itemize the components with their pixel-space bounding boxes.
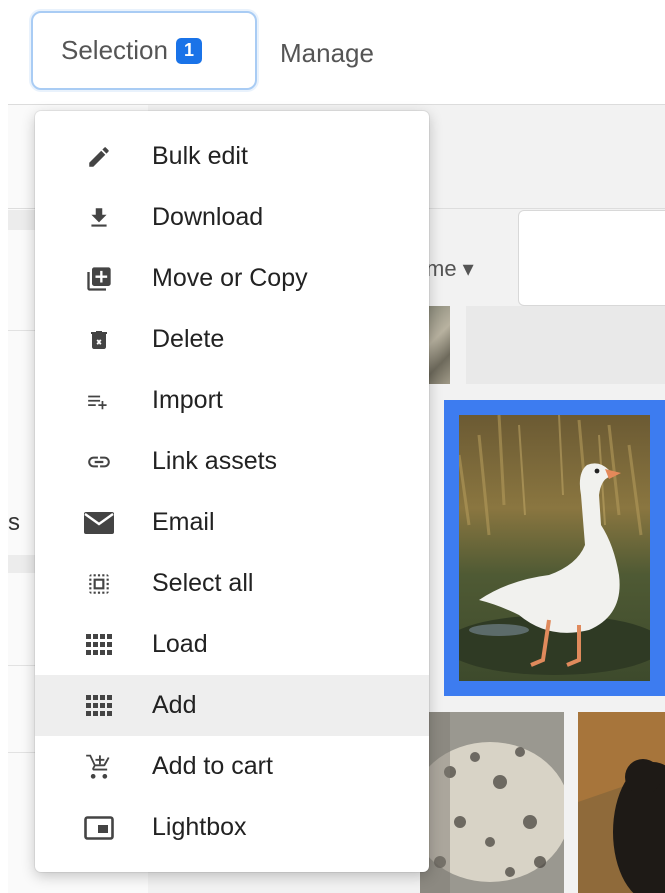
pencil-icon bbox=[79, 137, 119, 177]
menu-item-lightbox[interactable]: Lightbox bbox=[35, 797, 429, 858]
snow-leopard-thumbnail[interactable] bbox=[420, 712, 564, 893]
menu-item-bulk-edit[interactable]: Bulk edit bbox=[35, 126, 429, 187]
selection-tab-label: Selection bbox=[61, 35, 168, 65]
selection-menu: Bulk edit Download Move or Copy Delete I… bbox=[35, 111, 429, 872]
menu-item-add[interactable]: Add bbox=[35, 675, 429, 736]
link-icon bbox=[79, 442, 119, 482]
grid-icon bbox=[79, 686, 119, 726]
menu-item-link-assets[interactable]: Link assets bbox=[35, 431, 429, 492]
selected-asset-tile[interactable] bbox=[444, 400, 665, 696]
grid-icon bbox=[79, 625, 119, 665]
menu-item-label: Add to cart bbox=[152, 752, 273, 780]
menu-item-label: Delete bbox=[152, 325, 225, 353]
envelope-icon bbox=[79, 503, 119, 543]
download-icon bbox=[79, 198, 119, 238]
menu-item-label: Import bbox=[152, 386, 223, 414]
menu-item-move-or-copy[interactable]: Move or Copy bbox=[35, 248, 429, 309]
menu-item-label: Select all bbox=[152, 569, 254, 597]
menu-item-label: Download bbox=[152, 203, 264, 231]
menu-item-label: Email bbox=[152, 508, 215, 536]
add-cart-icon bbox=[79, 747, 119, 787]
lightbox-icon bbox=[79, 808, 119, 848]
playlist-add-icon bbox=[79, 381, 119, 421]
selection-tab[interactable]: Selection 1 bbox=[31, 11, 257, 90]
menu-item-label: Move or Copy bbox=[152, 264, 308, 292]
black-bear-thumbnail[interactable] bbox=[578, 712, 665, 893]
sort-dropdown[interactable]: me ▾ bbox=[426, 256, 474, 282]
asset-tile[interactable] bbox=[466, 306, 665, 384]
menu-item-download[interactable]: Download bbox=[35, 187, 429, 248]
menu-item-import[interactable]: Import bbox=[35, 370, 429, 431]
menu-item-add-to-cart[interactable]: Add to cart bbox=[35, 736, 429, 797]
filter-box[interactable] bbox=[518, 210, 665, 306]
trash-icon bbox=[79, 320, 119, 360]
menu-item-label: Link assets bbox=[152, 447, 278, 475]
asset-thumbnail[interactable] bbox=[428, 306, 450, 384]
goose-thumbnail bbox=[459, 415, 650, 681]
selection-count-badge: 1 bbox=[175, 37, 202, 64]
menu-item-load[interactable]: Load bbox=[35, 614, 429, 675]
menu-item-label: Bulk edit bbox=[152, 142, 248, 170]
menu-item-email[interactable]: Email bbox=[35, 492, 429, 553]
menu-item-label: Lightbox bbox=[152, 813, 247, 841]
menu-item-delete[interactable]: Delete bbox=[35, 309, 429, 370]
menu-item-label: Load bbox=[152, 630, 208, 658]
menu-item-label: Add bbox=[152, 691, 197, 719]
select-all-icon bbox=[79, 564, 119, 604]
menu-item-select-all[interactable]: Select all bbox=[35, 553, 429, 614]
library-add-icon bbox=[79, 259, 119, 299]
left-panel-text-fragment: s bbox=[8, 509, 20, 536]
manage-tab[interactable]: Manage bbox=[280, 33, 374, 73]
